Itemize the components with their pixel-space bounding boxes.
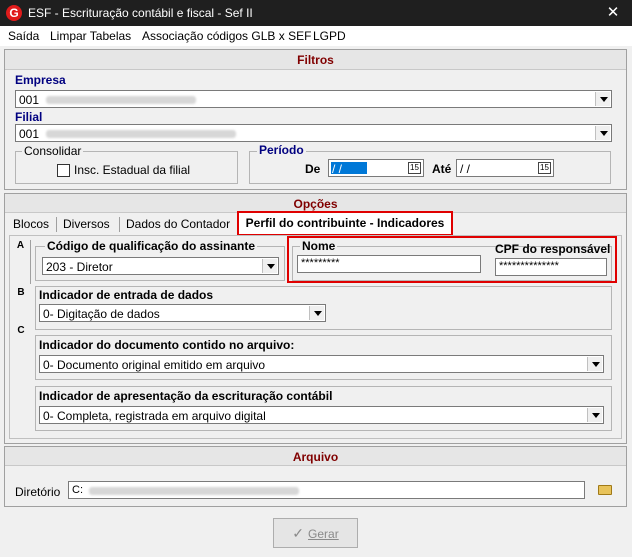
diretorio-value: C: bbox=[72, 484, 83, 496]
tab-blocos[interactable]: Blocos bbox=[13, 214, 49, 235]
de-label: De bbox=[305, 162, 321, 176]
codigo-value: 203 - Diretor bbox=[46, 260, 113, 274]
ate-date-input[interactable]: / / 15 bbox=[456, 159, 554, 177]
menu-lgpd[interactable]: LGPD bbox=[313, 29, 346, 43]
menu-limpar-tabelas[interactable]: Limpar Tabelas bbox=[50, 29, 131, 43]
insc-estadual-checkbox[interactable] bbox=[57, 164, 70, 177]
documento-select[interactable]: 0- Documento original emitido em arquivo bbox=[39, 355, 604, 373]
apresentacao-label: Indicador de apresentação da escrituraçã… bbox=[39, 389, 333, 403]
vtab-c[interactable]: C bbox=[11, 325, 31, 355]
check-icon: ✓ bbox=[292, 524, 305, 541]
gerar-label: Gerar bbox=[308, 526, 339, 541]
codigo-label: Código de qualificação do assinante bbox=[45, 239, 258, 253]
app-logo-icon: G bbox=[6, 5, 22, 21]
close-button[interactable]: ✕ bbox=[598, 2, 628, 24]
apresentacao-select[interactable]: 0- Completa, registrada em arquivo digit… bbox=[39, 406, 604, 424]
calendar-icon[interactable]: 15 bbox=[408, 162, 421, 174]
vtab-a[interactable]: A bbox=[11, 240, 31, 284]
documento-value: 0- Documento original emitido em arquivo bbox=[43, 358, 266, 372]
highlight-box-tab bbox=[237, 211, 453, 236]
calendar-icon[interactable]: 15 bbox=[538, 162, 551, 174]
filial-redacted bbox=[46, 130, 236, 138]
menu-saida[interactable]: Saída bbox=[8, 29, 39, 43]
window-title: ESF - Escrituração contábil e fiscal - S… bbox=[28, 6, 253, 20]
highlight-box-responsavel bbox=[287, 236, 617, 283]
filial-label: Filial bbox=[15, 110, 43, 124]
chevron-down-icon[interactable] bbox=[262, 259, 277, 273]
chevron-down-icon[interactable] bbox=[595, 126, 610, 140]
de-date-value: / / bbox=[332, 162, 343, 176]
codigo-select[interactable]: 203 - Diretor bbox=[42, 257, 279, 275]
chevron-down-icon[interactable] bbox=[595, 92, 610, 106]
empresa-value: 001 bbox=[19, 93, 40, 107]
tab-dados-contador[interactable]: Dados do Contador bbox=[126, 214, 230, 235]
periodo-label: Período bbox=[257, 143, 306, 157]
de-date-input[interactable]: / / 15 bbox=[328, 159, 424, 177]
title-bar: G ESF - Escrituração contábil e fiscal -… bbox=[0, 0, 632, 26]
consolidar-label: Consolidar bbox=[22, 144, 84, 158]
filtros-title: Filtros bbox=[5, 50, 626, 70]
chevron-down-icon[interactable] bbox=[309, 306, 324, 320]
vtab-b[interactable]: B bbox=[11, 287, 31, 317]
filial-value: 001 bbox=[19, 127, 40, 141]
menu-bar: Saída Limpar Tabelas Associação códigos … bbox=[0, 26, 632, 46]
entrada-select[interactable]: 0- Digitação de dados bbox=[39, 304, 326, 322]
insc-estadual-label: Insc. Estadual da filial bbox=[74, 163, 191, 177]
tab-divider bbox=[56, 217, 57, 232]
diretorio-redacted bbox=[89, 487, 299, 495]
entrada-value: 0- Digitação de dados bbox=[43, 307, 160, 321]
empresa-select[interactable]: 001 bbox=[15, 90, 612, 108]
empresa-redacted bbox=[46, 96, 196, 104]
chevron-down-icon[interactable] bbox=[587, 357, 602, 371]
gerar-button[interactable]: ✓ Gerar bbox=[273, 518, 358, 548]
diretorio-label: Diretório bbox=[15, 485, 61, 499]
tab-diversos[interactable]: Diversos bbox=[63, 214, 110, 235]
tab-divider bbox=[119, 217, 120, 232]
documento-label: Indicador do documento contido no arquiv… bbox=[39, 338, 295, 352]
ate-date-value: / / bbox=[460, 162, 471, 176]
empresa-label: Empresa bbox=[15, 73, 66, 87]
entrada-label: Indicador de entrada de dados bbox=[39, 288, 214, 302]
folder-icon[interactable] bbox=[598, 485, 612, 495]
filial-select[interactable]: 001 bbox=[15, 124, 612, 142]
arquivo-title: Arquivo bbox=[5, 447, 626, 466]
menu-associacao-codigos[interactable]: Associação códigos GLB x SEF bbox=[142, 29, 311, 43]
ate-label: Até bbox=[432, 162, 452, 176]
apresentacao-value: 0- Completa, registrada em arquivo digit… bbox=[43, 409, 266, 423]
diretorio-input[interactable]: C: bbox=[68, 481, 585, 499]
chevron-down-icon[interactable] bbox=[587, 408, 602, 422]
